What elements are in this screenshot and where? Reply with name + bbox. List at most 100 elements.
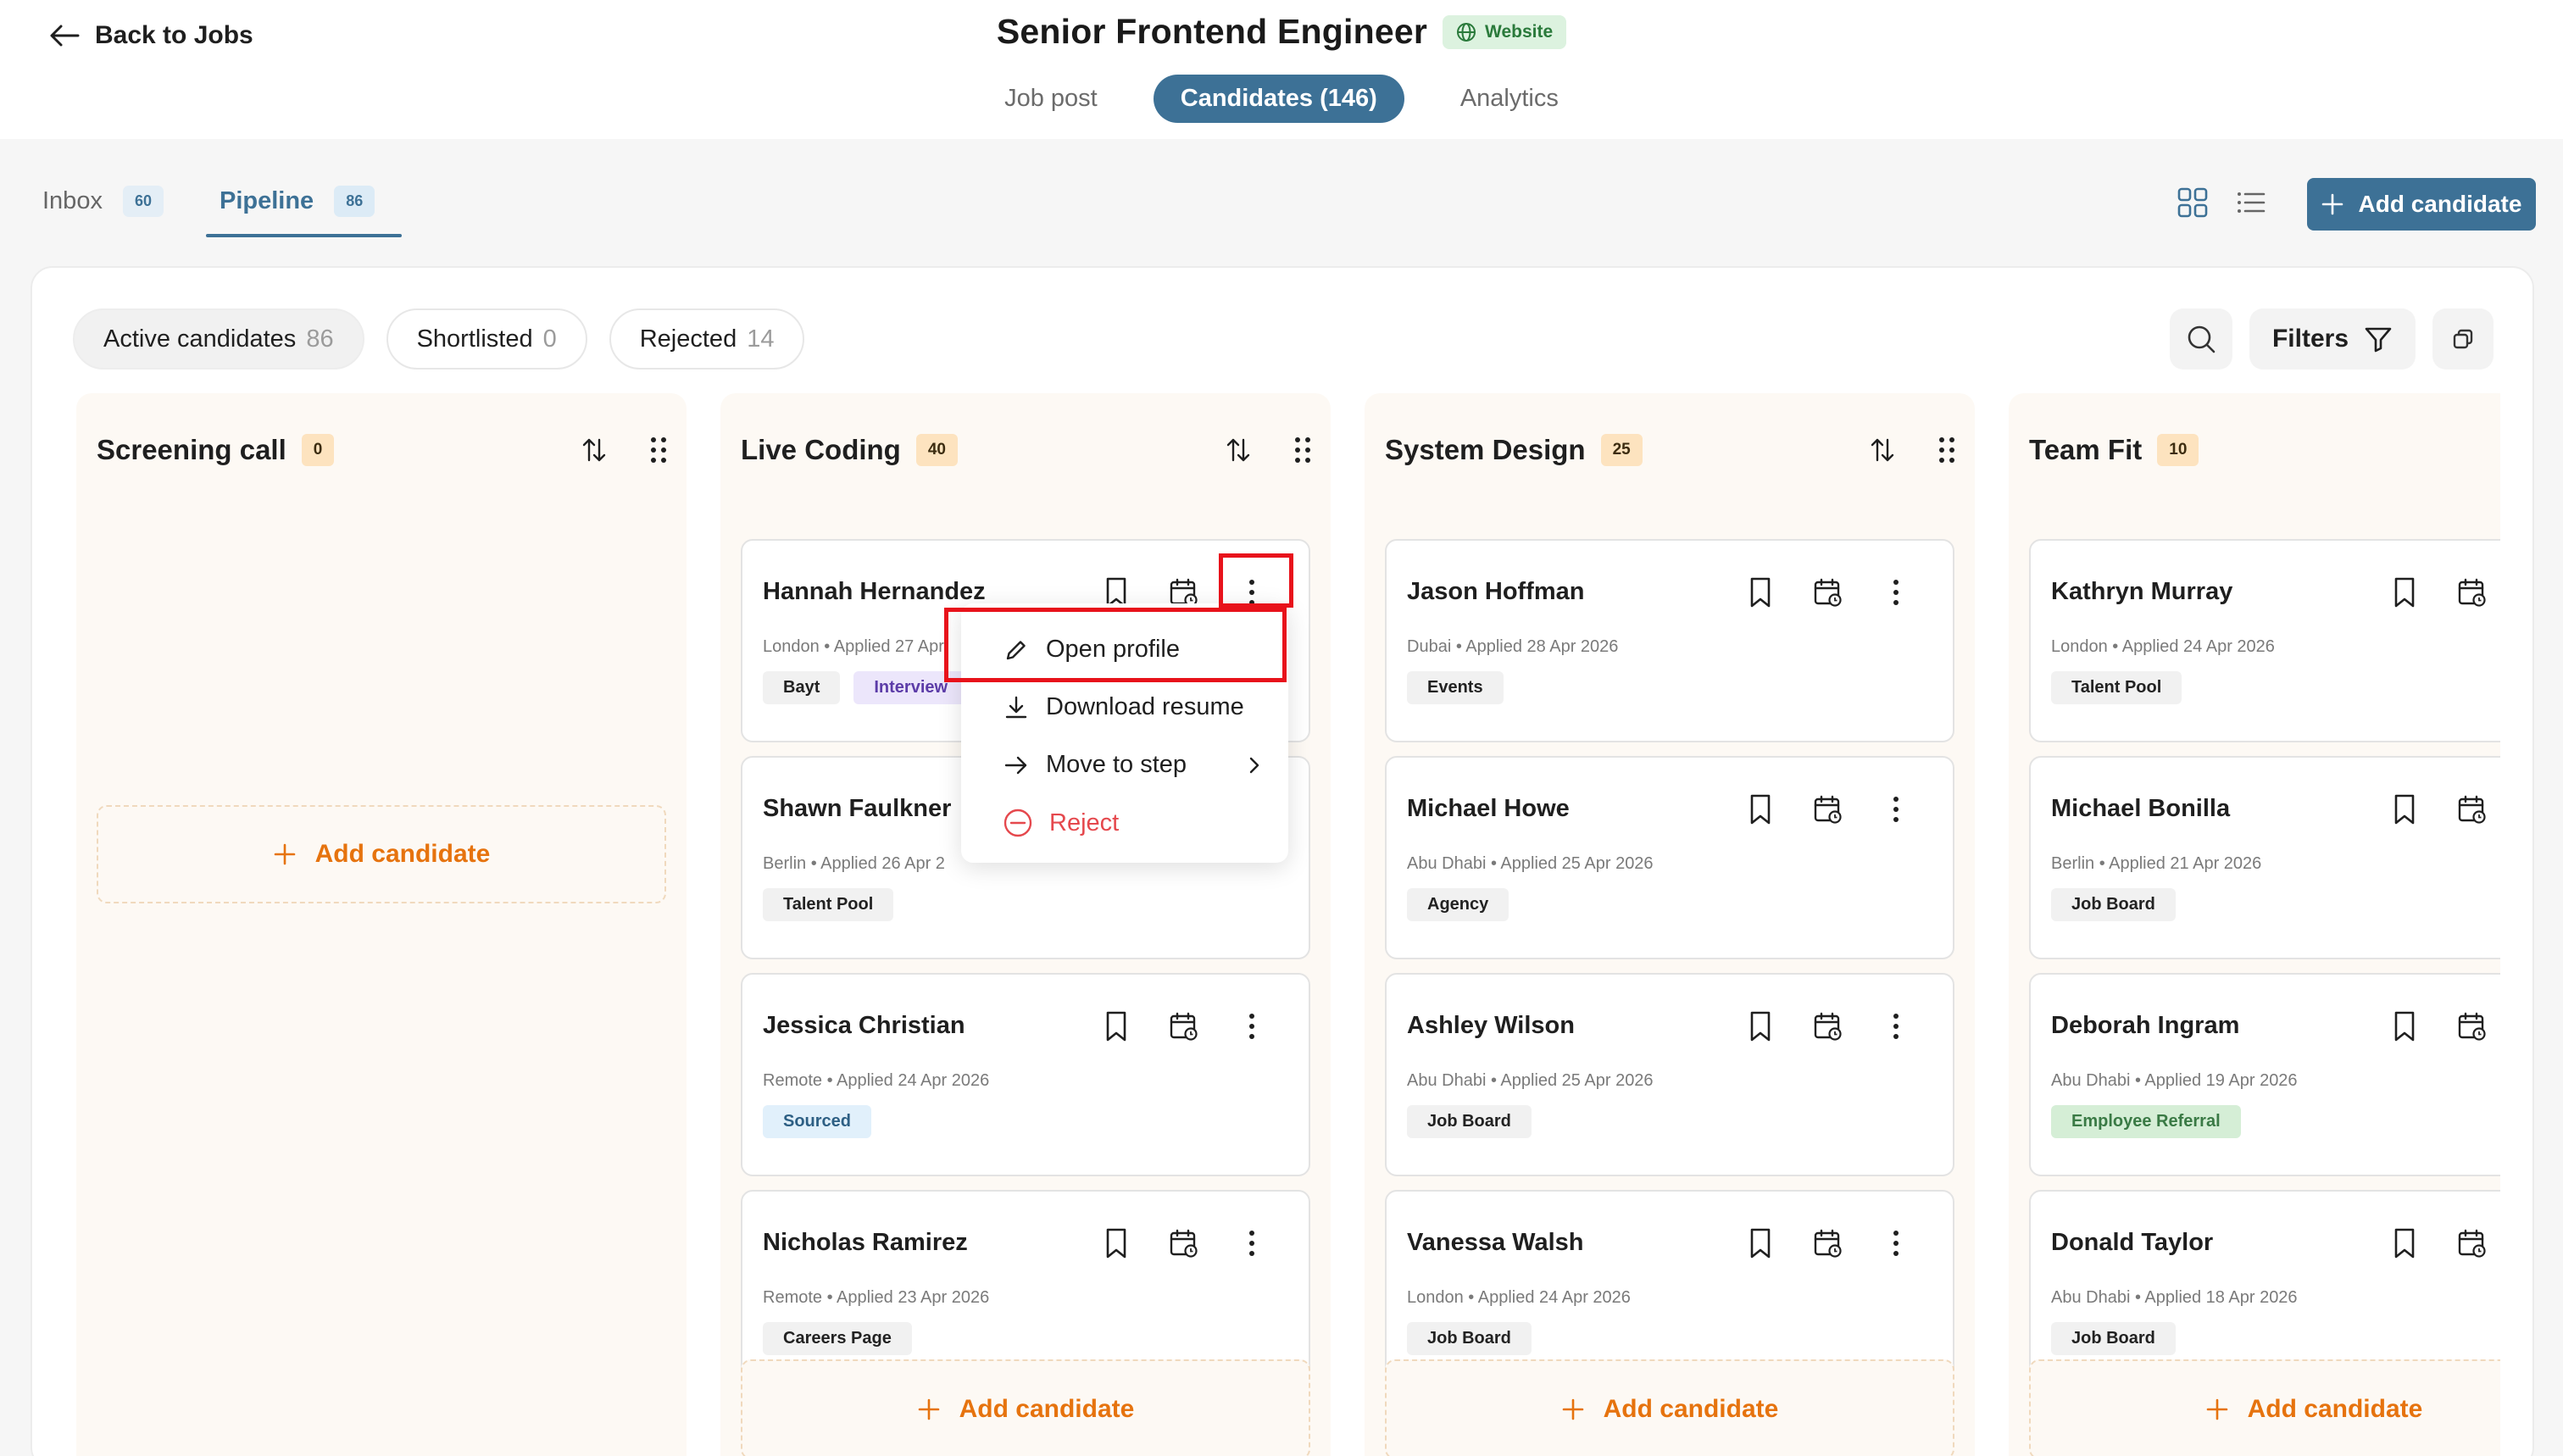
source-tag: Agency bbox=[1407, 888, 1509, 921]
plus-icon bbox=[917, 1398, 941, 1421]
more-options-icon[interactable] bbox=[1878, 792, 1914, 827]
filter-shortlisted[interactable]: Shortlisted 0 bbox=[386, 308, 587, 370]
sort-icon[interactable] bbox=[576, 432, 612, 468]
filter-rejected-count: 14 bbox=[747, 325, 775, 353]
schedule-calendar-icon[interactable] bbox=[2455, 1009, 2490, 1044]
column-title: Team Fit bbox=[2029, 434, 2143, 465]
schedule-calendar-icon[interactable] bbox=[2455, 1225, 2490, 1261]
candidate-filter-pills: Active candidates 86 Shortlisted 0 Rejec… bbox=[73, 308, 805, 370]
schedule-calendar-icon[interactable] bbox=[2455, 575, 2490, 610]
schedule-calendar-icon[interactable] bbox=[1810, 792, 1846, 827]
bookmark-icon[interactable] bbox=[2387, 1225, 2422, 1261]
schedule-calendar-icon[interactable] bbox=[1810, 1225, 1846, 1261]
more-options-icon[interactable] bbox=[1878, 1009, 1914, 1044]
grid-view-icon[interactable] bbox=[2177, 186, 2209, 219]
more-options-icon[interactable] bbox=[1234, 1009, 1270, 1044]
search-button[interactable] bbox=[2170, 308, 2232, 370]
top-header: Back to Jobs Senior Frontend Engineer We… bbox=[0, 0, 2563, 139]
drag-handle-icon[interactable] bbox=[641, 432, 676, 468]
candidate-name: Shawn Faulkner bbox=[763, 795, 952, 822]
more-options-icon[interactable] bbox=[1234, 1225, 1270, 1261]
more-options-icon[interactable] bbox=[1878, 1225, 1914, 1261]
column-add-candidate-label: Add candidate bbox=[959, 1395, 1135, 1423]
schedule-calendar-icon[interactable] bbox=[1166, 1009, 1202, 1044]
bookmark-icon[interactable] bbox=[2387, 575, 2422, 610]
pipeline-count-badge: 86 bbox=[334, 185, 375, 217]
tab-job-post[interactable]: Job post bbox=[977, 75, 1125, 123]
candidate-card-actions bbox=[1098, 1009, 1270, 1044]
bookmark-icon[interactable] bbox=[2387, 792, 2422, 827]
candidate-name: Jessica Christian bbox=[763, 1012, 965, 1039]
candidate-location-applied: Remote • Applied 23 Apr 2026 bbox=[763, 1288, 990, 1307]
candidate-tags: Agency bbox=[1407, 888, 1509, 921]
bookmark-icon[interactable] bbox=[1743, 1009, 1778, 1044]
list-view-icon[interactable] bbox=[2234, 186, 2266, 219]
sort-icon[interactable] bbox=[1865, 432, 1900, 468]
subtab-pipeline[interactable]: Pipeline 86 bbox=[205, 178, 403, 237]
bookmark-icon[interactable] bbox=[1098, 1009, 1134, 1044]
candidate-card[interactable]: Michael Howe Abu Dhabi • Applied 25 Apr 2… bbox=[1385, 756, 1954, 959]
pipeline-subtabs: Inbox 60 Pipeline 86 bbox=[42, 178, 403, 237]
candidate-card[interactable]: Jason Hoffman Dubai • Applied 28 Apr 2026… bbox=[1385, 539, 1954, 742]
source-tag: Talent Pool bbox=[2051, 671, 2182, 704]
inbox-count-badge: 60 bbox=[122, 185, 164, 217]
bookmark-icon[interactable] bbox=[1098, 1225, 1134, 1261]
schedule-calendar-icon[interactable] bbox=[2455, 792, 2490, 827]
candidate-card[interactable]: Kathryn Murray London • Applied 24 Apr 20… bbox=[2029, 539, 2500, 742]
candidate-card[interactable]: Jessica Christian Remote • Applied 24 Apr… bbox=[741, 973, 1310, 1176]
bookmark-icon[interactable] bbox=[2387, 1009, 2422, 1044]
filters-button[interactable]: Filters bbox=[2249, 308, 2416, 370]
collapse-button[interactable] bbox=[2432, 308, 2494, 370]
column-add-candidate-button[interactable]: Add candidate bbox=[741, 1359, 1310, 1456]
candidate-tags: Job Board bbox=[1407, 1322, 1532, 1355]
column-header: Team Fit 10 bbox=[2029, 434, 2199, 466]
filter-rejected[interactable]: Rejected 14 bbox=[609, 308, 805, 370]
collapse-icon bbox=[2452, 328, 2474, 350]
schedule-calendar-icon[interactable] bbox=[1810, 1009, 1846, 1044]
candidate-context-menu: Open profile Download resume Move to ste… bbox=[961, 603, 1288, 863]
candidate-card[interactable]: Michael Bonilla Berlin • Applied 21 Apr 2… bbox=[2029, 756, 2500, 959]
candidate-card[interactable]: Ashley Wilson Abu Dhabi • Applied 25 Apr … bbox=[1385, 973, 1954, 1176]
menu-reject-label: Reject bbox=[1049, 809, 1120, 836]
more-options-icon[interactable] bbox=[1878, 575, 1914, 610]
pipeline-column: Live Coding 40 Hannah Hernandez London • Ap… bbox=[720, 393, 1331, 1456]
candidate-tags: Job Board bbox=[1407, 1105, 1532, 1138]
pipeline-columns: Screening call 0 Add candidate Live Coding 4… bbox=[76, 393, 2500, 1456]
pipeline-column: System Design 25 Jason Hoffman Dubai • Appl… bbox=[1365, 393, 1975, 1456]
drag-handle-icon[interactable] bbox=[1285, 432, 1320, 468]
bookmark-icon[interactable] bbox=[1743, 792, 1778, 827]
add-candidate-button[interactable]: Add candidate bbox=[2307, 178, 2536, 231]
menu-move-to-step[interactable]: Move to step bbox=[1004, 751, 1263, 779]
candidate-name: Jason Hoffman bbox=[1407, 578, 1585, 605]
column-title: Screening call bbox=[97, 434, 286, 465]
pencil-icon bbox=[1004, 637, 1029, 663]
column-add-candidate-button[interactable]: Add candidate bbox=[97, 805, 666, 903]
drag-handle-icon[interactable] bbox=[1929, 432, 1965, 468]
schedule-calendar-icon[interactable] bbox=[1810, 575, 1846, 610]
website-badge: Website bbox=[1443, 14, 1567, 49]
sort-icon[interactable] bbox=[1220, 432, 1256, 468]
candidate-name: Ashley Wilson bbox=[1407, 1012, 1575, 1039]
candidate-card-actions bbox=[2387, 1009, 2500, 1044]
subtab-inbox[interactable]: Inbox 60 bbox=[42, 178, 164, 224]
candidate-tags: Talent Pool bbox=[2051, 671, 2182, 704]
column-actions bbox=[1220, 432, 1320, 468]
bookmark-icon[interactable] bbox=[1743, 575, 1778, 610]
menu-reject[interactable]: Reject bbox=[1004, 809, 1119, 837]
candidate-card-actions bbox=[1743, 792, 1914, 827]
candidate-name: Deborah Ingram bbox=[2051, 1012, 2240, 1039]
candidate-tags: Job Board bbox=[2051, 1322, 2176, 1355]
menu-open-profile[interactable]: Open profile bbox=[1004, 636, 1180, 664]
menu-download-resume[interactable]: Download resume bbox=[1004, 693, 1244, 721]
tab-candidates[interactable]: Candidates (146) bbox=[1153, 75, 1404, 123]
tab-analytics[interactable]: Analytics bbox=[1433, 75, 1586, 123]
candidate-card[interactable]: Deborah Ingram Abu Dhabi • Applied 19 Apr… bbox=[2029, 973, 2500, 1176]
column-add-candidate-button[interactable]: Add candidate bbox=[1385, 1359, 1954, 1456]
filter-active-candidates[interactable]: Active candidates 86 bbox=[73, 308, 364, 370]
source-tag: Bayt bbox=[763, 671, 841, 704]
schedule-calendar-icon[interactable] bbox=[1166, 1225, 1202, 1261]
bookmark-icon[interactable] bbox=[1743, 1225, 1778, 1261]
candidate-card-actions bbox=[2387, 792, 2500, 827]
column-add-candidate-button[interactable]: Add candidate bbox=[2029, 1359, 2500, 1456]
menu-move-to-step-label: Move to step bbox=[1046, 751, 1187, 778]
